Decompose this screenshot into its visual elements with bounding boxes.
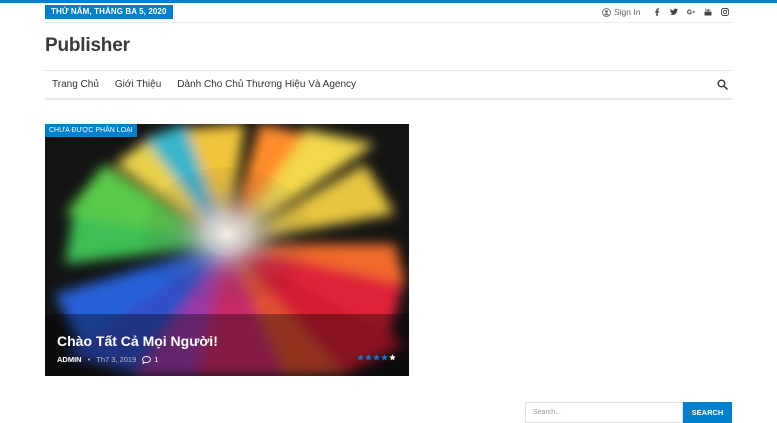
- search-icon[interactable]: [717, 79, 728, 90]
- top-accent-line: [0, 0, 777, 3]
- facebook-icon[interactable]: [648, 6, 665, 18]
- featured-post-card[interactable]: CHƯA ĐƯỢC PHÂN LOẠI Chào Tất Cả Mọi Ngườ…: [45, 124, 409, 376]
- post-author[interactable]: ADMIN: [57, 355, 82, 364]
- star-filled-icon: [365, 354, 372, 361]
- sidebar-search-button[interactable]: SEARCH: [683, 402, 732, 423]
- date-badge: THỨ NĂM, THÁNG BA 5, 2020: [45, 5, 173, 19]
- star-filled-icon: [373, 354, 380, 361]
- social-links: [648, 6, 733, 18]
- main-navigation: Trang Chủ Giới Thiệu Dành Cho Chủ Thương…: [45, 71, 732, 98]
- category-badge[interactable]: CHƯA ĐƯỢC PHÂN LOẠI: [45, 124, 137, 137]
- post-meta: ADMIN • Th7 3, 2019 1: [57, 355, 158, 364]
- sign-in-label: Sign In: [614, 7, 641, 17]
- nav-item-gioi-thieu[interactable]: Giới Thiệu: [107, 79, 169, 90]
- post-date: Th7 3, 2019: [96, 355, 137, 364]
- instagram-icon[interactable]: [716, 6, 733, 18]
- nav-item-trang-chu[interactable]: Trang Chủ: [45, 79, 107, 90]
- nav-bottom-border: [45, 98, 732, 100]
- star-filled-icon: [357, 354, 364, 361]
- meta-separator: •: [87, 355, 91, 364]
- star-empty-icon: [389, 354, 396, 361]
- site-logo[interactable]: Publisher: [45, 35, 130, 57]
- sign-in-link[interactable]: Sign In: [602, 6, 640, 18]
- post-title[interactable]: Chào Tất Cả Mọi Người!: [57, 333, 218, 349]
- comments-link[interactable]: 1: [142, 355, 158, 364]
- youtube-icon[interactable]: [699, 6, 716, 18]
- star-filled-icon: [381, 354, 388, 361]
- twitter-icon[interactable]: [665, 6, 682, 18]
- user-icon: [602, 7, 611, 17]
- comment-count: 1: [154, 355, 159, 364]
- nav-item-danh-cho-chu-thuong-hieu[interactable]: Dành Cho Chủ Thương Hiệu Và Agency: [169, 79, 364, 90]
- google-plus-icon[interactable]: [682, 6, 699, 18]
- top-bar-divider: [45, 22, 732, 23]
- comment-icon: [142, 355, 152, 364]
- post-rating: [357, 354, 396, 361]
- sidebar-search-input[interactable]: [525, 402, 683, 423]
